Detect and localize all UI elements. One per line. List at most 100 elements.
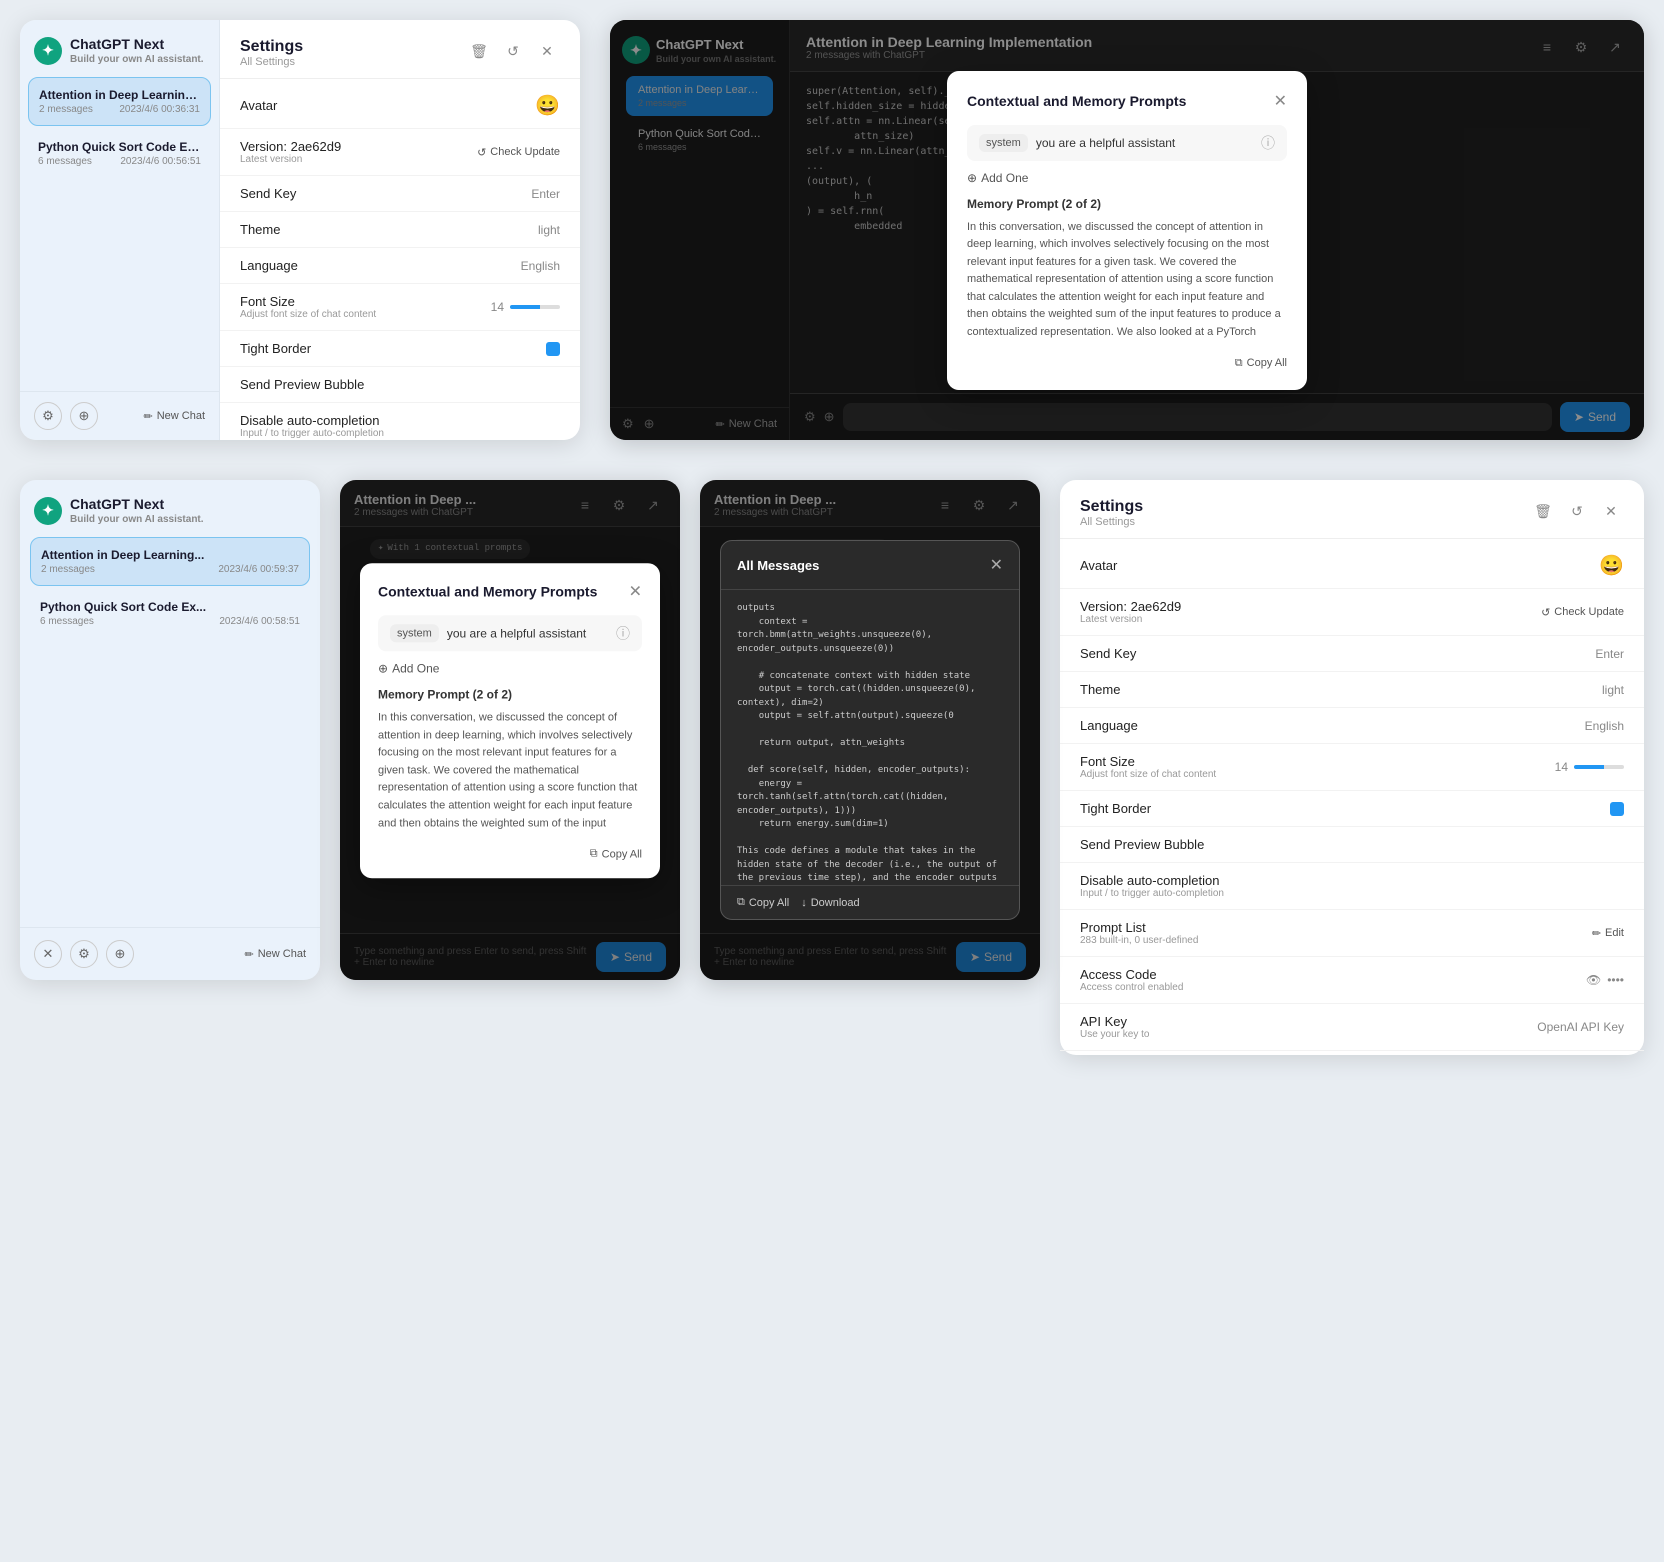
bottom-tight-border-toggle[interactable] [1610, 802, 1624, 816]
bottom-new-chat-label: New Chat [258, 948, 306, 960]
modal-header: Contextual and Memory Prompts ✕ [967, 91, 1287, 111]
bottom-refresh-icon: ↺ [1541, 606, 1550, 619]
bottom-chat-item-2-title: Python Quick Sort Code Ex... [40, 600, 300, 614]
top-left-panel: ✦ ChatGPT Next Build your own AI assista… [20, 20, 580, 440]
bottom-chat-item-1-date: 2023/4/6 00:59:37 [218, 564, 299, 575]
sendkey-value: Enter [531, 187, 560, 201]
all-messages-close-btn[interactable]: ✕ [990, 555, 1003, 575]
bottom-app-title: ✦ ChatGPT Next Build your own AI assista… [34, 496, 306, 525]
bottom-close-btn[interactable]: ✕ [34, 940, 62, 968]
copy-icon-modal: ⧉ [1235, 357, 1243, 370]
bottom-settings-trash[interactable]: 🗑 [1530, 498, 1556, 524]
bottom-settings-label-sendpreview: Send Preview Bubble [1080, 837, 1204, 852]
settings-row-avatar: Avatar 😀 [220, 83, 580, 129]
bottom-settings-sublabel-fontsize: Adjust font size of chat content [1080, 769, 1216, 780]
settings-title: Settings [240, 38, 303, 56]
settings-refresh-btn[interactable]: ↺ [500, 38, 526, 64]
settings-close-btn[interactable]: ✕ [534, 38, 560, 64]
add-one-plus-icon: ⊕ [967, 171, 977, 185]
settings-trash-btn[interactable]: 🗑 [466, 38, 492, 64]
settings-label-fontsize: Font Size [240, 294, 376, 309]
all-messages-copy-label: Copy All [749, 897, 789, 909]
avatar-emoji[interactable]: 😀 [535, 93, 560, 118]
font-size-slider[interactable] [510, 305, 560, 309]
bookmark-icon-btn[interactable]: ⊕ [70, 402, 98, 430]
bottom-chat-item-2[interactable]: Python Quick Sort Code Ex... 6 messages … [30, 590, 310, 637]
bottom-card2-system-input[interactable] [447, 626, 608, 640]
all-messages-body: outputs context = torch.bmm(attn_weights… [721, 590, 1019, 885]
bottom-settings-label-version: Version: 2ae62d9 [1080, 599, 1181, 614]
bottom-settings-card: Settings All Settings 🗑 ↺ ✕ Avatar 😀 [1060, 480, 1644, 1055]
bottom-settings-refresh[interactable]: ↺ [1564, 498, 1590, 524]
theme-value: light [538, 223, 560, 237]
settings-label-tightborder: Tight Border [240, 341, 311, 356]
bottom-fontsize-value: 14 [1555, 760, 1568, 774]
bottom-card2-system-icon: ⓘ [616, 623, 630, 643]
new-chat-button[interactable]: ✏ New Chat [143, 410, 205, 423]
modal-system-row: system ⓘ [967, 125, 1287, 161]
bottom-settings-label-fontsize: Font Size [1080, 754, 1216, 769]
settings-list: Avatar 😀 Version: 2ae62d9 Latest version [220, 79, 580, 440]
system-badge: system [979, 134, 1028, 152]
refresh-small-icon: ↺ [477, 146, 486, 159]
bottom-card2-copy-all[interactable]: ⧉ Copy All [590, 847, 642, 860]
settings-label-language: Language [240, 258, 298, 273]
new-chat-label: New Chat [157, 410, 205, 422]
chat-item-2[interactable]: Python Quick Sort Code Ex... 6 messages … [28, 130, 211, 177]
bottom-card2-add-one[interactable]: ⊕ Add One [378, 661, 642, 675]
all-messages-download-btn[interactable]: ↓ Download [801, 897, 859, 909]
all-messages-download-label: Download [811, 897, 860, 909]
check-update-btn[interactable]: ↺ Check Update [477, 146, 560, 159]
bottom-settings-row-apikey: API Key Use your key to OpenAI API Key [1060, 1004, 1644, 1051]
bottom-new-chat-icon: ✏ [244, 948, 253, 961]
bottom-card2-section-title: Memory Prompt (2 of 2) [378, 687, 642, 701]
bottom-chat-list: Attention in Deep Learning... 2 messages… [20, 537, 320, 927]
settings-sublabel-fontsize: Adjust font size of chat content [240, 309, 376, 320]
app-name: ChatGPT Next [70, 36, 204, 52]
bottom-card2-modal-close[interactable]: ✕ [629, 581, 642, 601]
chat-item-1[interactable]: Attention in Deep Learning... 2 messages… [28, 77, 211, 126]
all-messages-copy-btn[interactable]: ⧉ Copy All [737, 896, 789, 909]
bottom-card2-system-row: system ⓘ [378, 615, 642, 651]
bottom-settings-btn[interactable]: ⚙ [70, 940, 98, 968]
bottom-chat-item-2-messages: 6 messages [40, 616, 94, 627]
bottom-bookmark-btn[interactable]: ⊕ [106, 940, 134, 968]
bottom-sidebar-card: ✦ ChatGPT Next Build your own AI assista… [20, 480, 320, 980]
bottom-avatar-emoji[interactable]: 😀 [1599, 553, 1624, 578]
bottom-settings-label-sendkey: Send Key [1080, 646, 1136, 661]
bottom-chat-item-1[interactable]: Attention in Deep Learning... 2 messages… [30, 537, 310, 586]
bottom-chat-item-2-meta: 6 messages 2023/4/6 00:58:51 [40, 616, 300, 627]
bottom-chat-item-2-date: 2023/4/6 00:58:51 [219, 616, 300, 627]
bottom-settings-row-access: Access Code Access control enabled 👁 •••… [1060, 957, 1644, 1004]
chat-item-2-meta: 6 messages 2023/4/6 00:56:51 [38, 156, 201, 167]
add-one-button[interactable]: ⊕ Add One [967, 171, 1287, 185]
tight-border-toggle[interactable] [546, 342, 560, 356]
modal-overlay[interactable]: Contextual and Memory Prompts ✕ system ⓘ… [610, 20, 1644, 440]
bottom-settings-row-tightborder: Tight Border [1060, 791, 1644, 827]
settings-sublabel-autocomplete: Input / to trigger auto-completion [240, 428, 384, 439]
bottom-settings-label-theme: Theme [1080, 682, 1120, 697]
bottom-settings-close[interactable]: ✕ [1598, 498, 1624, 524]
settings-subtitle: All Settings [240, 56, 303, 68]
bottom-sidebar-footer: ✕ ⚙ ⊕ ✏ New Chat [20, 927, 320, 980]
bottom-check-update[interactable]: ↺ Check Update [1541, 606, 1624, 619]
bottom-settings-label-tightborder: Tight Border [1080, 801, 1151, 816]
top-right-panel: ✦ ChatGPT Next Build your own AI assista… [610, 20, 1644, 440]
access-eye-icon[interactable]: 👁 [1586, 973, 1601, 987]
bottom-new-chat-btn[interactable]: ✏ New Chat [244, 948, 306, 961]
settings-row-tightborder: Tight Border [220, 331, 580, 367]
bottom-font-slider[interactable] [1574, 765, 1624, 769]
bottom-settings-label-autocomplete: Disable auto-completion [1080, 873, 1224, 888]
top-modal-copy-all-btn[interactable]: ⧉ Copy All [1235, 357, 1287, 370]
bottom-settings-row-autocomplete: Disable auto-completion Input / to trigg… [1060, 863, 1644, 910]
bottom-prompt-edit-btn[interactable]: ✏ Edit [1592, 927, 1624, 940]
modal-close-btn[interactable]: ✕ [1274, 91, 1287, 111]
apikey-value: OpenAI API Key [1537, 1020, 1624, 1034]
settings-label-autocomplete: Disable auto-completion [240, 413, 384, 428]
settings-label-theme: Theme [240, 222, 280, 237]
bottom-card2-modal-title: Contextual and Memory Prompts [378, 583, 597, 599]
bottom-chat-item-1-messages: 2 messages [41, 564, 95, 575]
settings-row-autocomplete: Disable auto-completion Input / to trigg… [220, 403, 580, 440]
settings-icon-btn[interactable]: ⚙ [34, 402, 62, 430]
system-prompt-input[interactable] [1036, 136, 1253, 150]
